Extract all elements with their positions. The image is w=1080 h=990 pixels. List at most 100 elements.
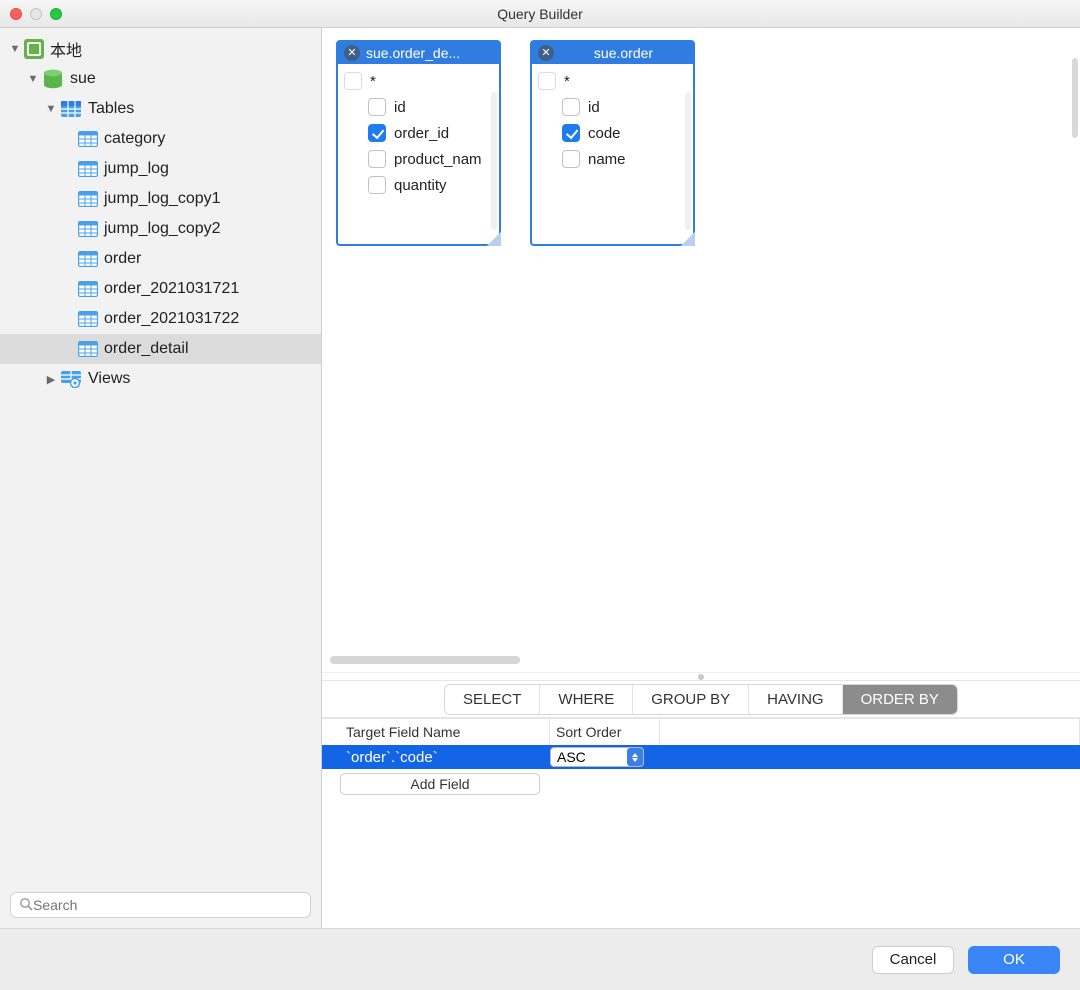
tables-folder-icon (60, 100, 82, 118)
resize-handle[interactable] (487, 232, 501, 246)
table-box-order[interactable]: ✕ sue.order * id code name (530, 40, 695, 246)
tree-table-label: category (104, 130, 165, 148)
tab-select[interactable]: SELECT (445, 685, 540, 714)
column-checkbox[interactable] (368, 98, 386, 116)
column-row[interactable]: quantity (344, 172, 493, 198)
column-name: id (588, 99, 600, 116)
orderby-row[interactable]: `order`.`code` ASC (322, 745, 1080, 769)
search-input[interactable] (10, 892, 311, 918)
table-icon (78, 311, 98, 327)
cancel-button[interactable]: Cancel (872, 946, 954, 974)
tree-views-folder[interactable]: ▶ Views (0, 364, 321, 394)
column-row[interactable]: code (538, 120, 687, 146)
column-name: order_id (394, 125, 449, 142)
database-icon (42, 69, 64, 89)
tree-table-item[interactable]: ▶category (0, 124, 321, 154)
scrollbar-vertical[interactable] (491, 92, 497, 230)
table-icon (78, 191, 98, 207)
column-name: name (588, 151, 626, 168)
tree-table-label: order_detail (104, 340, 189, 358)
query-tabs: SELECTWHEREGROUP BYHAVINGORDER BY (322, 680, 1080, 718)
sort-order-value: ASC (557, 749, 586, 765)
table-icon (78, 281, 98, 297)
column-header-target[interactable]: Target Field Name (340, 719, 550, 745)
column-row[interactable]: * (538, 68, 687, 94)
column-checkbox[interactable] (368, 150, 386, 168)
column-row[interactable]: * (344, 68, 493, 94)
tree-database[interactable]: ▼ sue (0, 64, 321, 94)
table-box-order-detail[interactable]: ✕ sue.order_de... * id order_id product_nam… (336, 40, 501, 246)
column-checkbox[interactable] (562, 98, 580, 116)
column-checkbox[interactable] (562, 150, 580, 168)
connection-icon (24, 39, 44, 59)
titlebar: Query Builder (0, 0, 1080, 28)
table-icon (78, 341, 98, 357)
column-checkbox[interactable] (562, 124, 580, 142)
pane-splitter[interactable] (322, 672, 1080, 680)
table-box-title: sue.order_de... (366, 45, 460, 61)
close-icon[interactable]: ✕ (344, 45, 360, 61)
tree-table-item[interactable]: ▶order_detail (0, 334, 321, 364)
chevron-down-icon[interactable]: ▼ (44, 103, 58, 115)
tab-having[interactable]: HAVING (749, 685, 842, 714)
tree-table-label: order_2021031721 (104, 280, 239, 298)
column-row[interactable]: id (538, 94, 687, 120)
scrollbar-horizontal[interactable] (330, 656, 1072, 666)
column-row[interactable]: order_id (344, 120, 493, 146)
add-field-button[interactable]: Add Field (340, 773, 540, 795)
tree-connection-label: 本地 (50, 37, 82, 61)
window-title: Query Builder (0, 6, 1080, 22)
column-header-sort[interactable]: Sort Order (550, 719, 660, 745)
column-name: code (588, 125, 621, 142)
tree-table-item[interactable]: ▶order_2021031722 (0, 304, 321, 334)
column-name: * (564, 73, 570, 90)
column-checkbox[interactable] (538, 72, 556, 90)
column-checkbox[interactable] (368, 124, 386, 142)
tree-table-label: order (104, 250, 141, 268)
chevron-right-icon[interactable]: ▶ (44, 373, 58, 386)
table-box-title: sue.order (560, 45, 687, 61)
views-icon (60, 370, 82, 388)
orderby-target-cell[interactable]: `order`.`code` (340, 749, 550, 766)
search-field[interactable] (33, 897, 302, 913)
chevron-down-icon[interactable]: ▼ (26, 73, 40, 85)
column-name: * (370, 73, 376, 90)
column-row[interactable]: id (344, 94, 493, 120)
tree-table-label: jump_log_copy1 (104, 190, 221, 208)
scrollbar-vertical[interactable] (1072, 58, 1078, 138)
diagram-canvas[interactable]: ✕ sue.order_de... * id order_id product_nam… (322, 28, 1080, 672)
tree-connection[interactable]: ▼ 本地 (0, 34, 321, 64)
tree-table-item[interactable]: ▶jump_log (0, 154, 321, 184)
column-name: quantity (394, 177, 447, 194)
tab-group-by[interactable]: GROUP BY (633, 685, 749, 714)
tab-order-by[interactable]: ORDER BY (843, 685, 957, 714)
tree-table-label: jump_log_copy2 (104, 220, 221, 238)
footer: Cancel OK (0, 928, 1080, 990)
ok-button[interactable]: OK (968, 946, 1060, 974)
chevron-down-icon[interactable]: ▼ (8, 43, 22, 55)
tree-table-item[interactable]: ▶order (0, 244, 321, 274)
tree-table-label: order_2021031722 (104, 310, 239, 328)
column-row[interactable]: product_nam (344, 146, 493, 172)
column-name: product_nam (394, 151, 482, 168)
tab-where[interactable]: WHERE (540, 685, 633, 714)
tree[interactable]: ▼ 本地 ▼ sue ▼ Tables (0, 28, 321, 882)
scrollbar-vertical[interactable] (685, 92, 691, 230)
column-checkbox[interactable] (344, 72, 362, 90)
tree-tables-folder[interactable]: ▼ Tables (0, 94, 321, 124)
resize-handle[interactable] (681, 232, 695, 246)
column-checkbox[interactable] (368, 176, 386, 194)
column-row[interactable]: name (538, 146, 687, 172)
tree-table-item[interactable]: ▶jump_log_copy2 (0, 214, 321, 244)
orderby-grid: Target Field Name Sort Order `order`.`co… (322, 718, 1080, 928)
tree-table-label: jump_log (104, 160, 169, 178)
search-icon (19, 897, 33, 914)
sort-order-select[interactable]: ASC (550, 747, 644, 767)
column-name: id (394, 99, 406, 116)
tree-tables-label: Tables (88, 100, 134, 118)
close-icon[interactable]: ✕ (538, 45, 554, 61)
tree-database-label: sue (70, 70, 96, 88)
tree-table-item[interactable]: ▶order_2021031721 (0, 274, 321, 304)
tree-table-item[interactable]: ▶jump_log_copy1 (0, 184, 321, 214)
dropdown-arrows-icon (627, 748, 643, 766)
